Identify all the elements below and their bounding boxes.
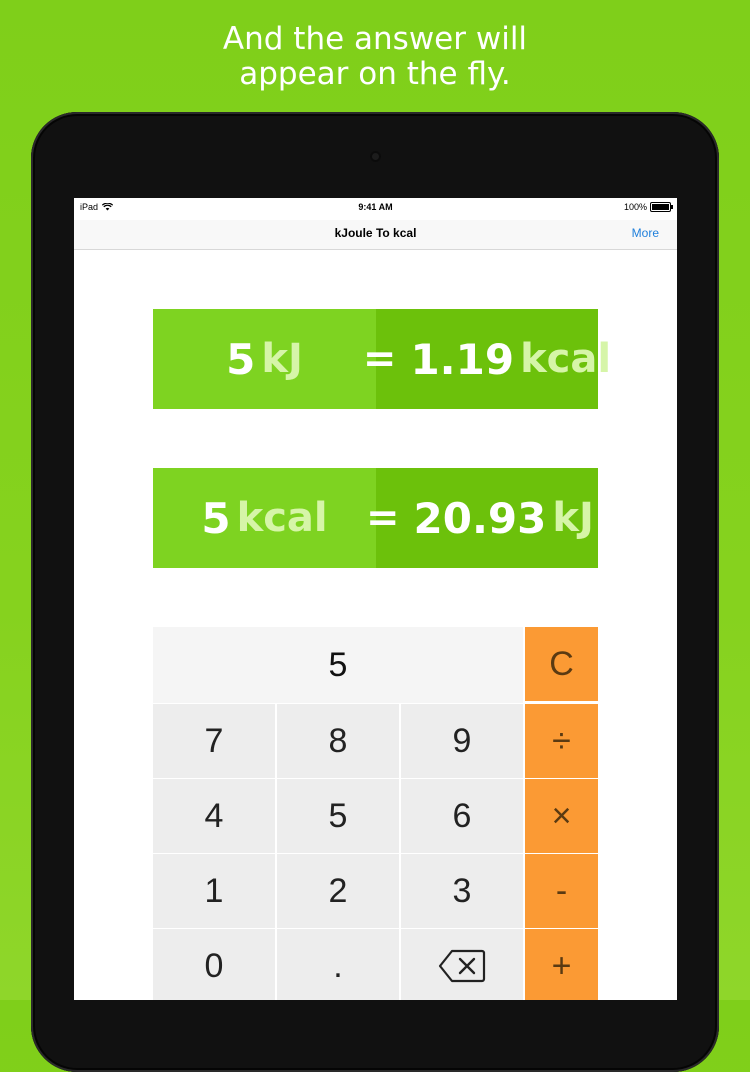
battery-icon: [650, 202, 673, 212]
key-8[interactable]: 8: [277, 704, 399, 778]
key-1[interactable]: 1: [153, 854, 275, 928]
headline-line-1: And the answer will: [222, 21, 528, 57]
conversion-input-panel[interactable]: 5 kJ: [153, 309, 376, 409]
conversion-kj-to-kcal: 5 kJ = 1.19 kcal: [153, 309, 611, 409]
battery-percent: 100%: [623, 202, 647, 212]
key-9[interactable]: 9: [401, 704, 523, 778]
conversion-result-panel: = 1.19 kcal: [363, 309, 611, 409]
add-button[interactable]: +: [525, 929, 598, 1000]
result-value: 1.19: [410, 334, 515, 384]
key-0[interactable]: 0: [153, 929, 275, 1000]
app-screen: iPad 9:41 AM 100% kJoule To kcal More 5 …: [74, 198, 677, 1000]
headline: And the answer will appear on the fly.: [0, 22, 750, 92]
input-unit: kcal: [236, 495, 328, 541]
navigation-bar: kJoule To kcal More: [74, 220, 677, 250]
headline-line-2: appear on the fly.: [239, 56, 511, 92]
input-value: 5: [201, 493, 231, 543]
status-time: 9:41 AM: [358, 202, 393, 212]
key-decimal[interactable]: .: [277, 929, 399, 1000]
keypad-display: 5: [153, 627, 523, 703]
key-3[interactable]: 3: [401, 854, 523, 928]
conversion-kcal-to-kj: 5 kcal = 20.93 kJ: [153, 468, 598, 568]
nav-title: kJoule To kcal: [334, 226, 417, 240]
conversion-result-panel: = 20.93 kJ: [366, 468, 598, 568]
input-unit: kJ: [261, 336, 303, 382]
result-unit: kJ: [552, 495, 594, 541]
equals-sign: =: [366, 495, 400, 541]
equals-sign: =: [362, 336, 397, 382]
key-5[interactable]: 5: [277, 779, 399, 853]
conversion-input-panel[interactable]: 5 kcal: [153, 468, 376, 568]
key-6[interactable]: 6: [401, 779, 523, 853]
more-button[interactable]: More: [632, 226, 659, 240]
camera-icon: [370, 151, 381, 162]
divide-button[interactable]: ÷: [525, 704, 598, 778]
status-bar: iPad 9:41 AM 100%: [74, 198, 677, 220]
status-right: 100%: [623, 202, 673, 212]
result-value: 20.93: [413, 493, 547, 543]
backspace-button[interactable]: [401, 929, 523, 1000]
subtract-button[interactable]: -: [525, 854, 598, 928]
input-value: 5: [226, 334, 256, 384]
backspace-icon: [438, 949, 486, 983]
key-2[interactable]: 2: [277, 854, 399, 928]
key-4[interactable]: 4: [153, 779, 275, 853]
result-unit: kcal: [520, 336, 612, 382]
key-7[interactable]: 7: [153, 704, 275, 778]
multiply-button[interactable]: ×: [525, 779, 598, 853]
clear-button[interactable]: C: [525, 627, 598, 701]
